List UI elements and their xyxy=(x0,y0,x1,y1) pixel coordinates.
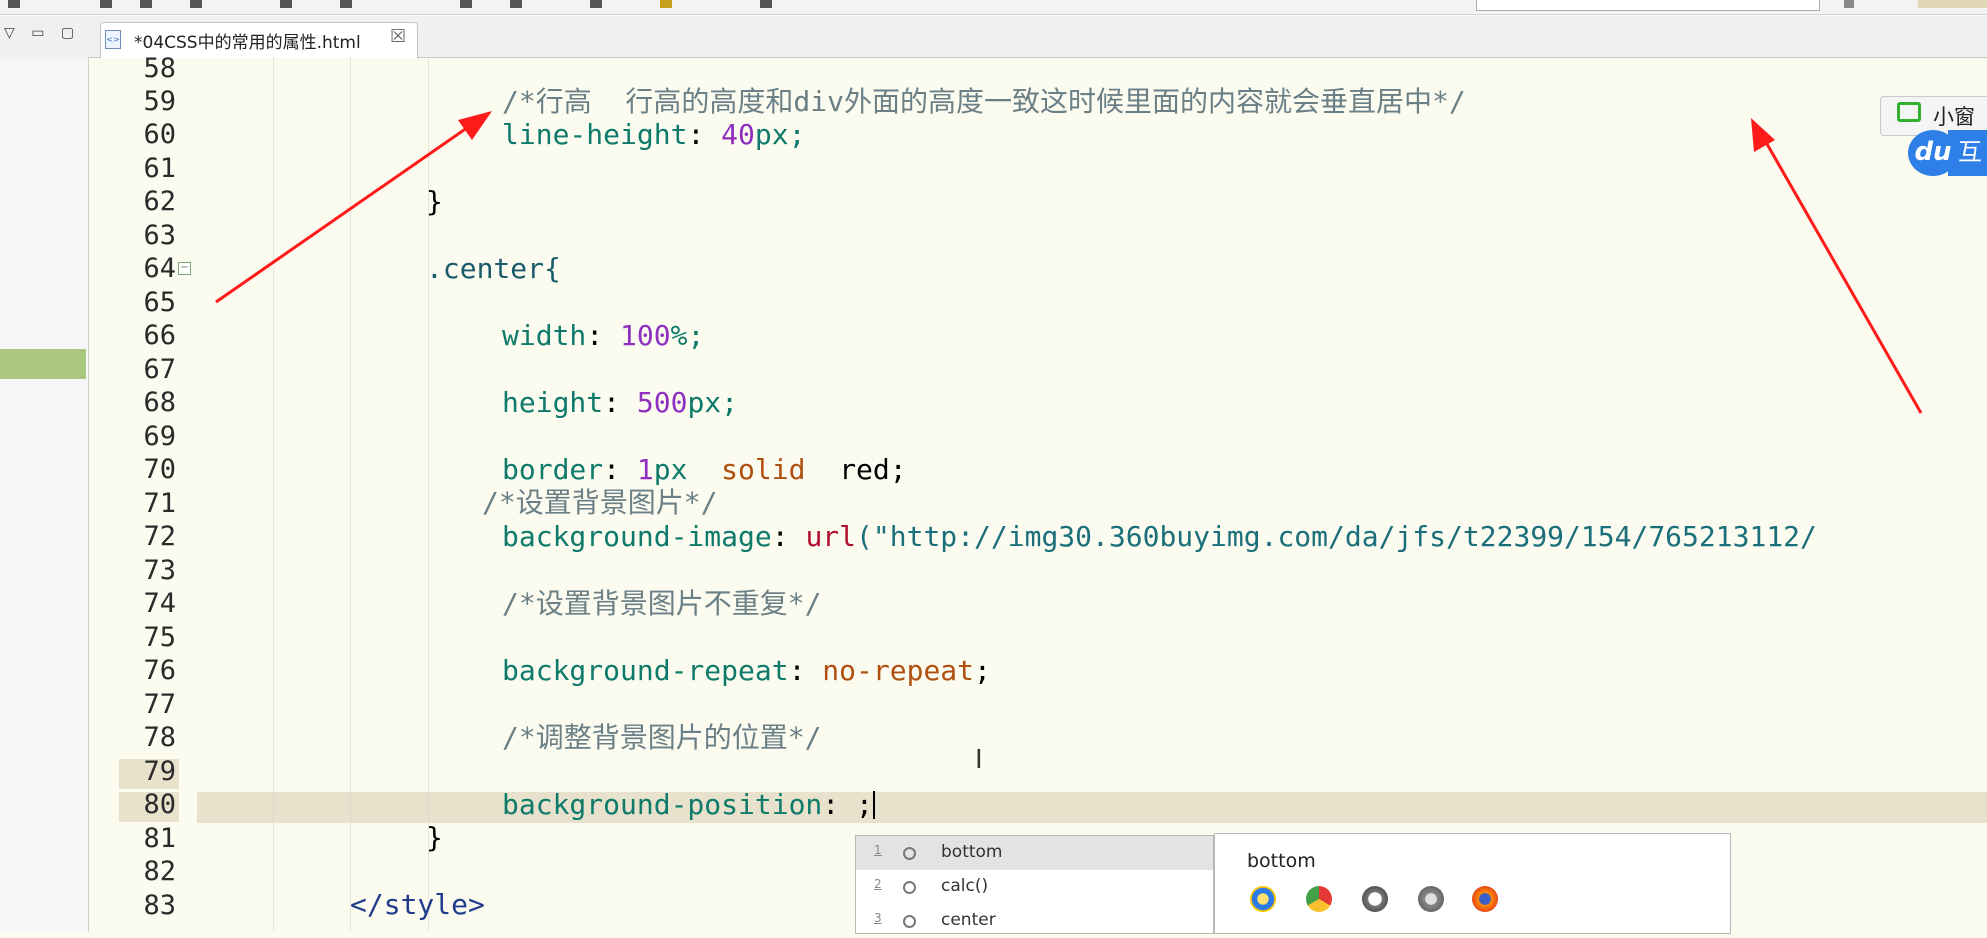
annotation-arrow-right xyxy=(1751,118,1923,414)
annotation-arrow-left xyxy=(215,111,492,304)
annotation-arrows xyxy=(215,111,1923,414)
